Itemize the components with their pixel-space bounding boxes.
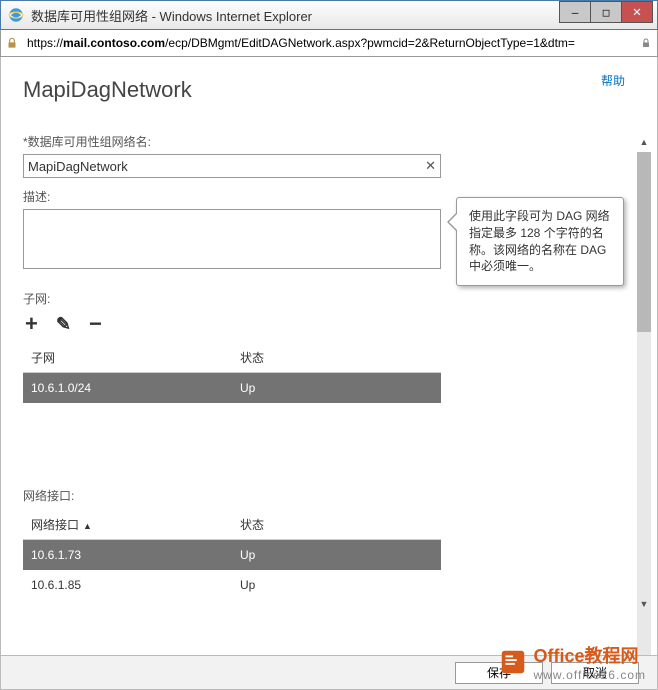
table-row[interactable]: 10.6.1.0/24 Up <box>23 373 441 404</box>
table-row-empty <box>23 403 441 433</box>
content-area: 帮助 ▲ ▼ MapiDagNetwork *数据库可用性组网络名: ✕ 描述:… <box>0 57 658 655</box>
table-row-empty <box>23 433 441 463</box>
cancel-button[interactable]: 取消 <box>551 662 639 684</box>
ie-icon <box>7 6 25 24</box>
sort-asc-icon: ▲ <box>83 521 92 531</box>
iface-section-label: 网络接口: <box>23 487 439 504</box>
close-button[interactable]: ✕ <box>621 1 653 23</box>
form-body: MapiDagNetwork *数据库可用性组网络名: ✕ 描述: 子网: + … <box>1 57 461 664</box>
window-titlebar: 数据库可用性组网络 - Windows Internet Explorer — … <box>0 0 658 30</box>
scroll-down-arrow[interactable]: ▼ <box>637 599 651 613</box>
clear-icon[interactable]: ✕ <box>425 158 436 174</box>
table-row-empty <box>23 600 441 630</box>
name-input[interactable] <box>23 154 441 178</box>
table-row[interactable]: 10.6.1.85 Up <box>23 570 441 600</box>
maximize-button[interactable]: □ <box>590 1 622 23</box>
lock-icon <box>1 36 23 50</box>
subnet-table: 子网 状态 10.6.1.0/24 Up <box>23 343 441 463</box>
remove-icon[interactable]: − <box>89 313 102 335</box>
subnet-section-label: 子网: <box>23 290 439 307</box>
subnet-header[interactable]: 子网 <box>23 343 232 373</box>
table-row[interactable]: 10.6.1.73 Up <box>23 540 441 571</box>
window-buttons: — □ ✕ <box>560 1 653 23</box>
page-title: MapiDagNetwork <box>23 77 439 103</box>
url-text: https://mail.contoso.com/ecp/DBMgmt/Edit… <box>23 34 635 52</box>
scroll-thumb[interactable] <box>637 152 651 332</box>
iface-table: 网络接口▲ 状态 10.6.1.73 Up 10.6.1.85 Up <box>23 510 441 630</box>
lock-end-icon <box>635 37 657 49</box>
status-header[interactable]: 状态 <box>232 343 441 373</box>
desc-textarea[interactable] <box>23 209 441 269</box>
minimize-button[interactable]: — <box>559 1 591 23</box>
save-button[interactable]: 保存 <box>455 662 543 684</box>
add-icon[interactable]: + <box>25 313 38 335</box>
desc-label: 描述: <box>23 188 439 205</box>
address-bar[interactable]: https://mail.contoso.com/ecp/DBMgmt/Edit… <box>0 30 658 57</box>
edit-icon[interactable]: ✎ <box>56 315 71 333</box>
help-link[interactable]: 帮助 <box>601 72 625 89</box>
iface-status-header[interactable]: 状态 <box>232 510 441 540</box>
subnet-toolbar: + ✎ − <box>23 313 439 335</box>
scroll-up-arrow[interactable]: ▲ <box>637 137 651 151</box>
iface-header[interactable]: 网络接口▲ <box>23 510 232 540</box>
name-label: *数据库可用性组网络名: <box>23 133 439 150</box>
help-callout: 使用此字段可为 DAG 网络指定最多 128 个字符的名称。该网络的名称在 DA… <box>456 197 624 286</box>
footer: 保存 取消 <box>0 655 658 690</box>
